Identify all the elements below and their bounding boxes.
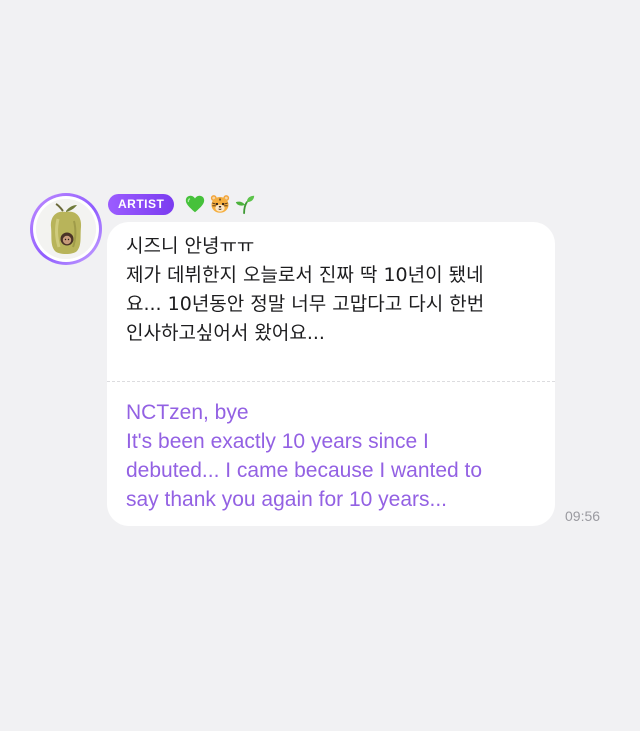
translation-divider [107,381,555,382]
artist-badge: ARTIST [108,193,175,215]
message-text: 시즈니 안녕ㅠㅠ 제가 데뷔한지 오늘로서 진짜 딱 10년이 됐네 요... … [126,235,485,344]
translation-text: NCTzen, bye It's been exactly 10 years s… [126,401,483,511]
avatar[interactable] [30,193,102,265]
chat-message: ARTIST 시즈니 안녕ㅠㅠ 제가 데뷔한지 오늘로서 진짜 딱 10년이 됐… [0,0,640,731]
seedling-icon [236,195,255,215]
green-heart-icon [186,195,205,213]
author-badge-row: ARTIST [108,193,256,215]
avatar-ring [33,196,99,262]
tiger-face-icon [211,195,230,213]
message-timestamp: 09:56 [565,508,601,524]
avatar-image [36,199,96,259]
emoji-group [184,193,256,215]
